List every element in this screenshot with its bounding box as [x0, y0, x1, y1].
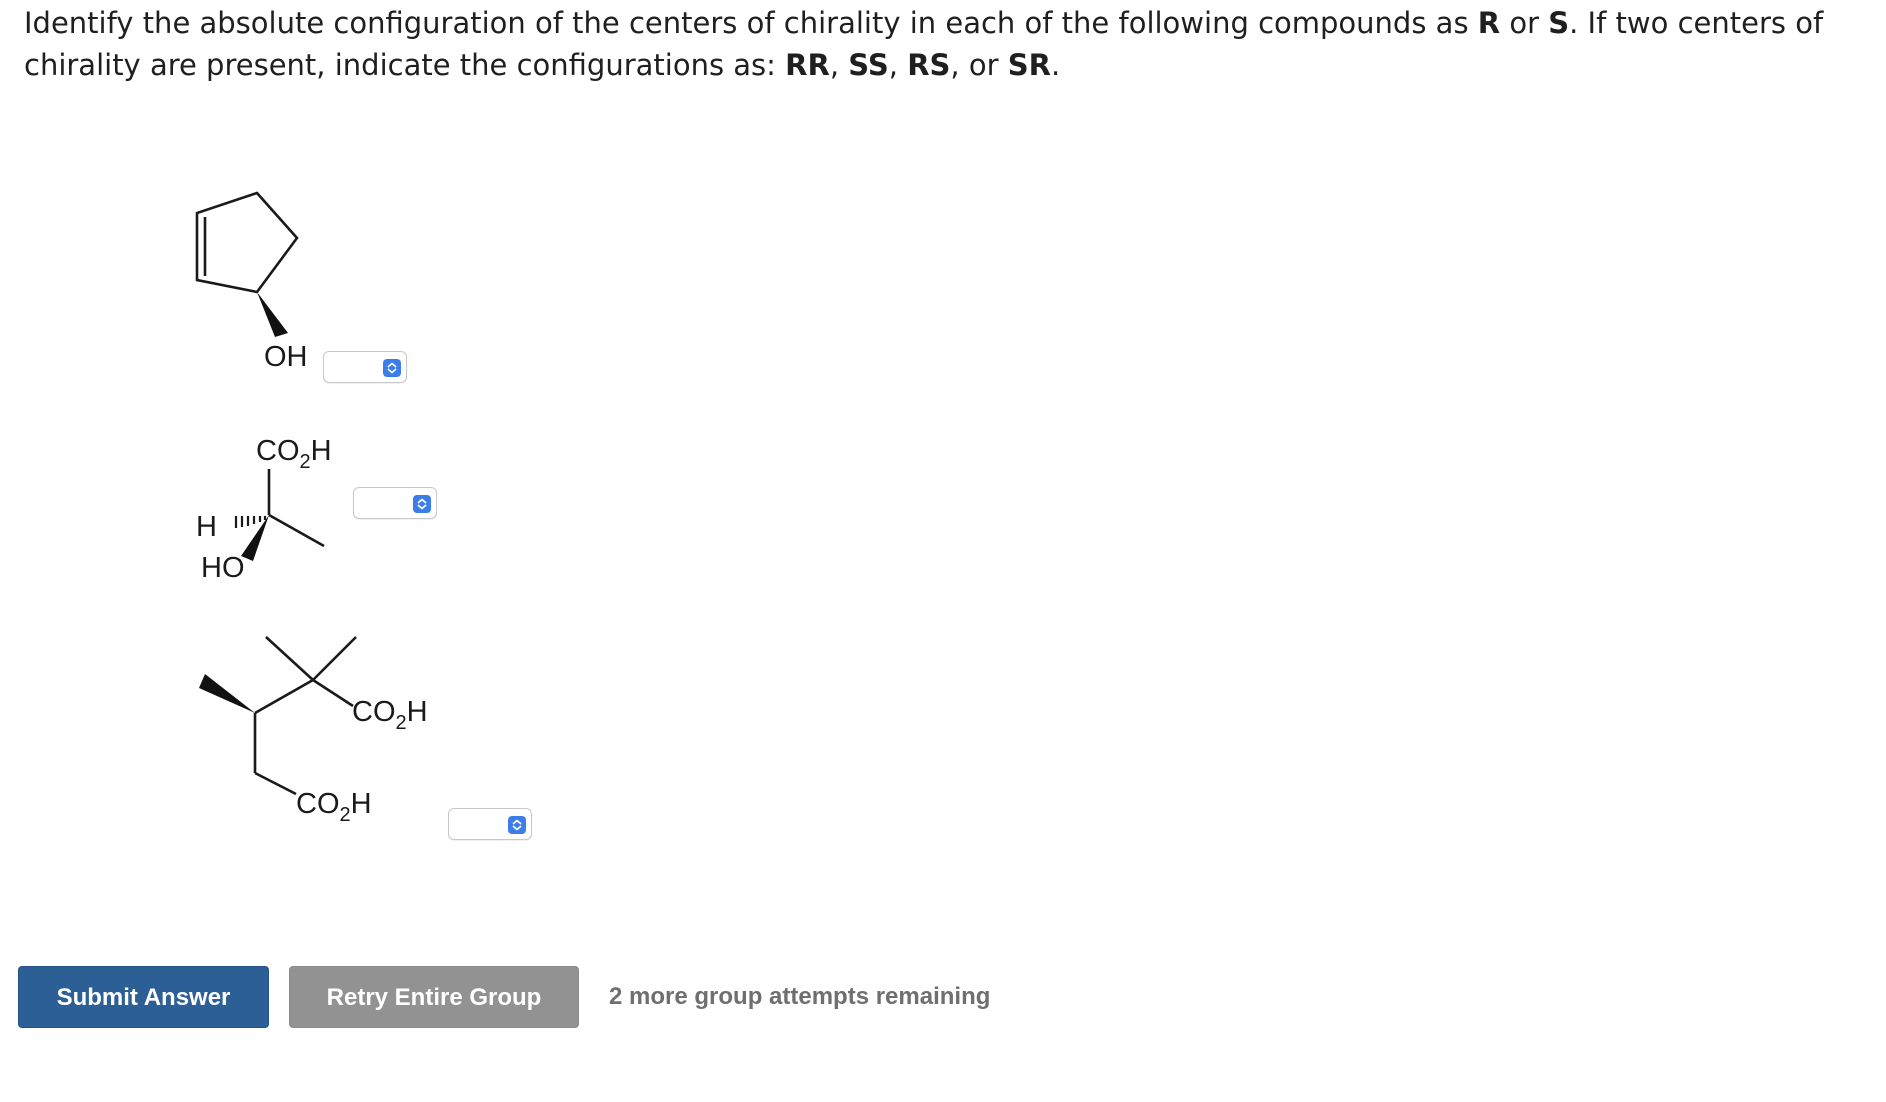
hash-bond	[234, 516, 267, 528]
compound-3-structure: CO2H CO2H	[199, 636, 428, 826]
co2h-label-right: CO2H	[352, 696, 428, 734]
oh-label: OH	[264, 341, 308, 373]
h-label: H	[196, 511, 217, 543]
compound-3-config-select[interactable]	[448, 808, 532, 840]
methyl-wedge-bond	[199, 674, 255, 713]
submit-answer-button[interactable]: Submit Answer	[18, 966, 269, 1028]
methyl-bond-a	[265, 636, 314, 681]
up-down-chevron-icon	[383, 359, 401, 377]
compound-2-config-select[interactable]	[353, 487, 437, 519]
retry-entire-group-button[interactable]: Retry Entire Group	[289, 966, 579, 1028]
compound-1-structure: OH	[195, 191, 308, 373]
molecule-structures: OH CO2H H HO CO2H CO2H	[195, 191, 428, 826]
oh-wedge-bond	[257, 292, 288, 337]
compound-1-config-select[interactable]	[323, 351, 407, 383]
backbone-bond	[254, 678, 314, 715]
methyl-bond-b	[312, 636, 357, 681]
carboxyl-bond-a	[312, 678, 354, 708]
co2h-label-top: CO2H	[256, 435, 332, 473]
up-down-chevron-icon	[413, 495, 431, 513]
up-down-chevron-icon	[508, 816, 526, 834]
ho-label: HO	[201, 552, 245, 584]
attempts-remaining-text: 2 more group attempts remaining	[609, 983, 991, 1010]
carboxyl-bond-b	[254, 771, 297, 796]
methyl-bond	[268, 513, 325, 548]
compound-2-structure: CO2H H HO	[196, 435, 332, 584]
cyclopentene-ring	[195, 191, 299, 294]
co2h-label-bottom: CO2H	[296, 788, 372, 826]
